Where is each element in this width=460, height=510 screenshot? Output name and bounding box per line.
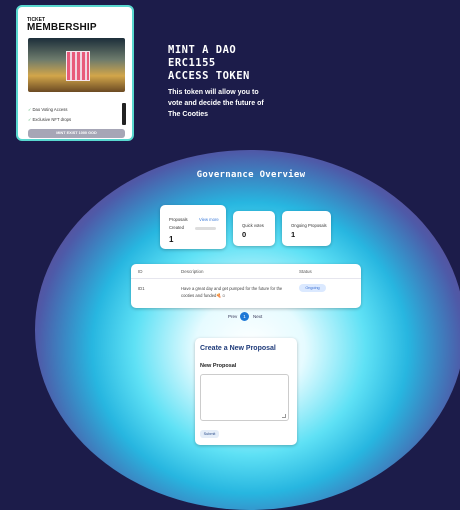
- membership-ticket-card: TICKET MEMBERSHIP ✓Dao Voting Access ✓Ex…: [16, 5, 134, 141]
- proposals-card: Proposals View more Created 1: [160, 205, 226, 249]
- mint-button[interactable]: MINT EXIST 1000 GOD: [28, 129, 125, 138]
- governance-title: Governance Overview: [196, 170, 306, 180]
- ticket-artwork: [28, 38, 125, 92]
- quick-votes-label: Quick votes: [242, 223, 264, 228]
- ticket-title: MEMBERSHIP: [27, 22, 97, 33]
- ticket-feature: ✓Dao Voting Access: [28, 107, 68, 112]
- divider: [131, 278, 361, 279]
- created-count: 1: [169, 235, 174, 244]
- ticket-feature: ✓Exclusive NFT drops: [28, 117, 72, 122]
- prev-page-button[interactable]: Prev: [228, 314, 237, 319]
- row-id[interactable]: ID1: [138, 285, 145, 292]
- ticket-thumbnail: [122, 103, 126, 125]
- ongoing-proposals-card: Ongoing Proposals 1: [282, 211, 331, 246]
- quick-votes-card: Quick votes 0: [233, 211, 275, 246]
- status-badge: Ongoing: [299, 284, 326, 292]
- created-label: Created: [169, 225, 184, 230]
- proposals-label: Proposals: [169, 217, 188, 222]
- check-icon: ✓: [28, 107, 32, 112]
- column-header-description: Description: [181, 269, 204, 274]
- hero-title: MINT A DAO ERC1155 ACCESS TOKEN: [168, 44, 250, 82]
- resize-handle-icon[interactable]: [282, 414, 286, 418]
- proposals-table: ID Description Status ID1 Have a great d…: [131, 264, 361, 308]
- current-page-button[interactable]: 1: [240, 312, 249, 321]
- proposal-label: New Proposal: [200, 363, 237, 369]
- hero-subtitle: This token will allow you to vote and de…: [168, 89, 264, 118]
- proposal-textarea[interactable]: [200, 374, 289, 421]
- submit-button[interactable]: Submit: [200, 430, 219, 438]
- create-proposal-form: Create a New Proposal New Proposal Submi…: [195, 338, 297, 445]
- row-description: Have a great day and get pumped for the …: [181, 286, 283, 298]
- check-icon: ✓: [28, 117, 32, 122]
- form-title: Create a New Proposal: [200, 345, 276, 352]
- view-more-link[interactable]: View more: [199, 217, 219, 222]
- quick-votes-count: 0: [242, 230, 247, 239]
- ongoing-count: 1: [291, 230, 296, 239]
- qr-code-icon: [66, 51, 90, 81]
- progress-bar: [195, 227, 216, 230]
- column-header-id: ID: [138, 269, 143, 274]
- next-page-button[interactable]: Next: [253, 314, 262, 319]
- background-glow: [35, 150, 460, 510]
- column-header-status: Status: [299, 269, 312, 274]
- ongoing-label: Ongoing Proposals: [291, 223, 327, 228]
